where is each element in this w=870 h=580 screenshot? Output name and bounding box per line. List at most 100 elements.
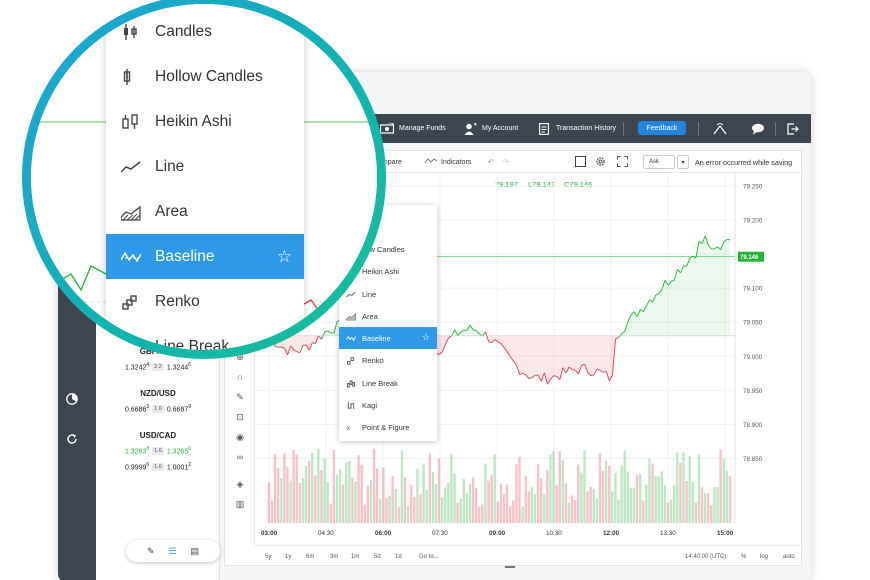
volume-bar: [713, 486, 716, 523]
range-button-6m[interactable]: 6m: [306, 546, 314, 568]
watchlist-quote-row: 1.32424 2.2 1.32446: [96, 362, 220, 371]
eye-icon[interactable]: ◉: [234, 431, 246, 443]
trash-icon[interactable]: ▥: [234, 498, 246, 510]
volume-bar: [307, 460, 311, 523]
volume-bar: [666, 502, 670, 523]
scroll-handle[interactable]: [505, 566, 515, 568]
my-account-button[interactable]: My Account: [463, 114, 518, 143]
volume-bar: [385, 497, 388, 523]
feedback-button[interactable]: Feedback: [638, 121, 686, 135]
chevron-down-icon[interactable]: ▾: [677, 155, 689, 169]
ask-price: 1.00012: [166, 462, 192, 472]
volume-bar: [276, 468, 280, 523]
logout-button[interactable]: [786, 114, 805, 143]
watchlist-item[interactable]: NZD/USD 0.66863 1.6 0.66879: [96, 386, 220, 428]
zoom-chart-type-option[interactable]: Renko: [106, 279, 304, 324]
volume-bar: [391, 476, 394, 523]
volume-bar: [629, 487, 633, 523]
manage-funds-button[interactable]: Manage Funds: [380, 114, 446, 143]
expand-icon: [617, 155, 628, 169]
indicators-button[interactable]: Indicators: [424, 151, 472, 173]
layers-icon[interactable]: ◈: [234, 478, 246, 490]
time-tick-label: 15:00: [717, 530, 734, 537]
volume-bar: [530, 487, 534, 523]
range-button-5d[interactable]: 5d: [374, 546, 381, 568]
log-scale-toggle[interactable]: log: [760, 546, 768, 568]
volume-bar: [428, 453, 431, 523]
price-tick-label: 79.250: [743, 183, 763, 190]
volume-bar: [280, 478, 283, 523]
price-tick-label: 78.950: [743, 388, 763, 395]
volume-bar: [375, 468, 379, 523]
volume-bar: [484, 463, 487, 523]
zoom-chart-type-option[interactable]: Line Break: [106, 324, 304, 350]
chart-type-option[interactable]: Renko: [339, 349, 437, 371]
chat-icon-button[interactable]: [751, 114, 770, 143]
zoom-chart-type-option[interactable]: Area: [106, 189, 304, 234]
redo-button[interactable]: ↷: [503, 151, 509, 173]
zoom-chart-type-option[interactable]: Candles: [106, 9, 304, 54]
fullscreen-toggle[interactable]: [575, 151, 586, 173]
chart-type-option[interactable]: Line Break: [339, 372, 437, 394]
time-tick-label: 07:30: [432, 530, 448, 537]
price-side-select[interactable]: Ask: [643, 155, 675, 169]
volume-bar: [533, 494, 537, 523]
range-button-1d[interactable]: 1d: [395, 546, 402, 568]
volume-bar: [651, 463, 654, 523]
goto-button[interactable]: Go to...: [419, 546, 439, 568]
volume-bar: [601, 470, 605, 523]
markets-icon[interactable]: [66, 392, 78, 405]
range-button-5y[interactable]: 5y: [265, 546, 271, 568]
undo-icon: ↶: [488, 159, 494, 166]
undo-button[interactable]: ↶: [488, 151, 494, 173]
volume-bar: [654, 476, 657, 523]
volume-bar: [351, 477, 354, 523]
pencil-icon[interactable]: ✎: [147, 546, 155, 557]
price-tick-label: 78.850: [743, 456, 763, 463]
volume-bar: [589, 486, 592, 523]
percent-scale-toggle[interactable]: %: [741, 546, 746, 568]
signals-icon-button[interactable]: [713, 114, 732, 143]
bid-price: 1.32424: [124, 362, 150, 372]
zoom-chart-type-option[interactable]: Heikin Ashi: [106, 99, 304, 144]
volume-bar: [440, 497, 444, 523]
current-price-label: 79.146: [740, 255, 759, 261]
lock-icon[interactable]: ⊡: [234, 411, 246, 423]
volume-bar: [292, 449, 295, 523]
volume-bar: [524, 475, 527, 523]
chart-type-option[interactable]: ẋ Point & Figure: [339, 416, 437, 438]
chart-type-option[interactable]: Kagi: [339, 394, 437, 416]
transaction-history-button[interactable]: Transaction History: [537, 114, 616, 143]
volume-bar: [608, 465, 611, 523]
table-icon[interactable]: ▤: [191, 546, 200, 557]
volume-bar: [611, 491, 614, 523]
time-tick-label: 06:00: [375, 530, 392, 537]
volume-bar: [518, 456, 521, 523]
range-button-1y[interactable]: 1y: [285, 546, 291, 568]
range-button-3m[interactable]: 3m: [330, 546, 338, 568]
volume-bar: [716, 487, 719, 523]
volume-bar: [481, 504, 484, 523]
volume-bar: [660, 471, 664, 523]
list-icon[interactable]: ☰: [168, 546, 176, 557]
star-icon[interactable]: ☆: [277, 247, 292, 267]
utc-clock: 14:40:00 (UTC): [685, 554, 727, 560]
star-icon[interactable]: ☆: [422, 332, 430, 343]
expand-button[interactable]: [617, 151, 628, 173]
magnet-icon[interactable]: ∩: [234, 371, 246, 383]
refresh-icon[interactable]: [66, 432, 78, 444]
settings-button[interactable]: [595, 151, 606, 173]
zoom-chart-type-option[interactable]: Hollow Candles: [106, 54, 304, 99]
volume-bar: [722, 459, 725, 523]
link-icon[interactable]: ∞: [234, 451, 246, 463]
zoom-chart-type-option[interactable]: Baseline ☆: [106, 234, 304, 279]
indicators-label: Indicators: [441, 158, 472, 166]
range-button-1m[interactable]: 1m: [351, 546, 359, 568]
redo-icon: ↷: [503, 159, 509, 166]
volume-bar: [676, 452, 679, 523]
zoom-chart-type-option[interactable]: Line: [106, 144, 304, 189]
auto-scale-toggle[interactable]: auto: [783, 546, 795, 568]
watchlist-item[interactable]: 0.99996 1.6 1.00012: [96, 456, 220, 498]
pencil-ruler-icon[interactable]: ✎: [234, 391, 246, 403]
zoom-chart-type-icon: [121, 251, 141, 262]
